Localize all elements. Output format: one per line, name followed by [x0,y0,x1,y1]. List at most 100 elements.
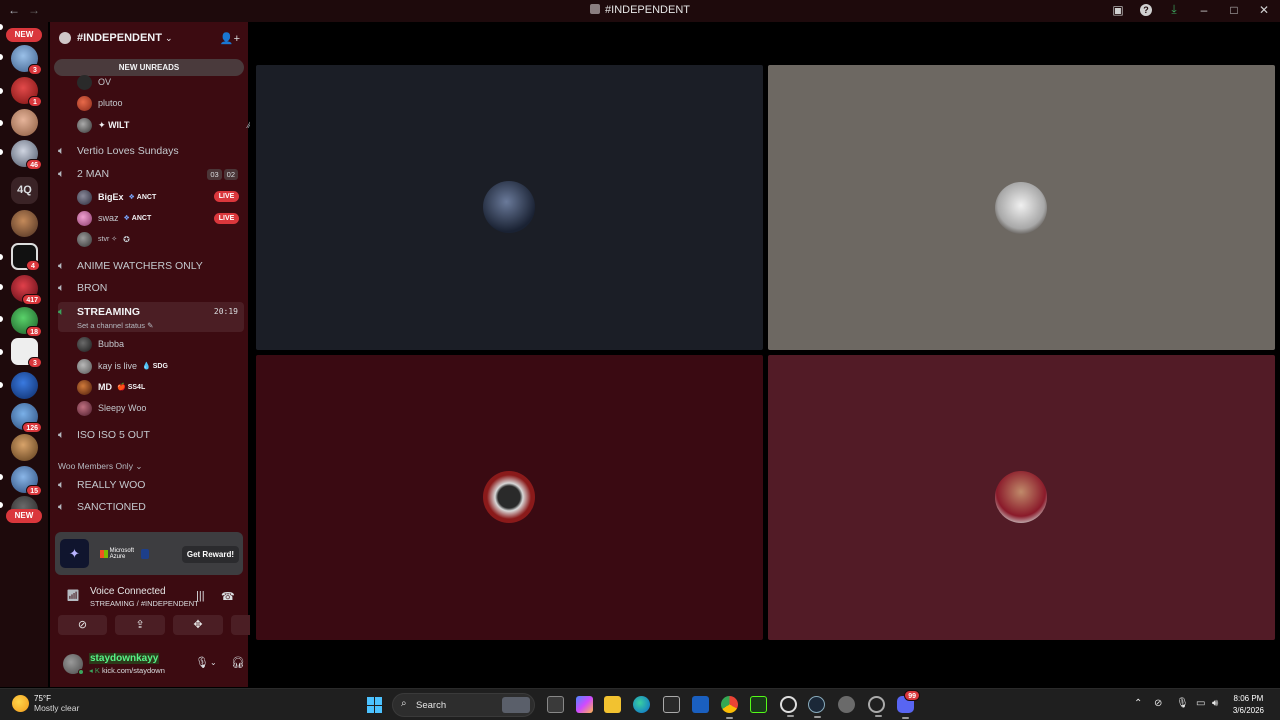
outlook-icon[interactable] [692,696,709,713]
server-icon[interactable] [11,210,38,237]
volume-icon[interactable]: 🔊︎ [1212,698,1218,709]
chevron-down-icon[interactable]: ⌄ [210,658,217,667]
new-pill-top[interactable]: NEW [6,28,42,42]
headphones-icon[interactable]: 🎧︎ [231,656,245,669]
settings-icon[interactable] [838,696,855,713]
camera-off-icon[interactable]: ⊘ [58,615,107,635]
member-name: OV [98,77,112,87]
system-clock[interactable]: 8:06 PM 3/6/2026 [1233,693,1264,717]
participant-tile[interactable] [768,355,1275,640]
voice-channel-path[interactable]: STREAMING / #INDEPENDENT [90,599,199,608]
category-woo-members[interactable]: Woo Members Only ⌄ [58,461,142,472]
channel-status[interactable]: Set a channel status ✎ [77,321,153,330]
kick-app-icon[interactable] [750,696,767,713]
server-icon[interactable]: 46 [11,140,42,170]
live-badge[interactable]: LIVE [214,213,239,224]
voice-channel-streaming[interactable]: 🔈︎ STREAMING 20:19 Set a channel status … [58,302,244,332]
guild-gear-icon [59,32,71,44]
microphone-icon[interactable]: 🎙︎ [195,656,209,669]
app-icon[interactable] [868,696,885,717]
back-arrow-icon[interactable]: ← [8,3,20,17]
voice-member[interactable]: stvr ✧ ✪ [77,230,130,248]
invite-people-icon[interactable]: 👤+ [220,32,240,45]
member-name: Bubba [98,339,125,349]
voice-member[interactable]: Bubba [77,335,124,353]
forward-arrow-icon[interactable]: → [28,3,40,17]
task-view-icon[interactable] [547,696,564,713]
server-icon[interactable]: 3 [11,338,42,368]
user-custom-status[interactable]: ◂ K kick.com/staydown [89,666,184,675]
voice-member[interactable]: OV [77,73,111,91]
network-off-icon[interactable]: ⊘ [1154,698,1162,709]
avatar [77,231,92,247]
help-icon[interactable]: ? [1140,3,1152,16]
noise-suppression-icon[interactable]: ||| [196,590,205,602]
chrome-icon[interactable] [721,696,738,719]
windows-start-icon[interactable] [367,697,383,713]
guild-tag: 🍎 SS4L [117,384,146,391]
mention-badge: 126 [22,422,42,433]
voice-channel-anime[interactable]: 🔈︎ ANIME WATCHERS ONLY [58,256,244,276]
voice-member[interactable]: MD 🍎 SS4L [77,378,145,396]
voice-channel-bron[interactable]: 🔈︎ BRON [58,278,244,298]
server-icon[interactable] [11,372,38,399]
member-name-text: WILT [108,119,130,130]
new-pill-bottom[interactable]: NEW [6,509,42,523]
voice-channel-sanctioned[interactable]: 🔈︎ SANCTIONED [58,497,244,517]
copilot-icon[interactable] [576,696,593,713]
server-icon[interactable]: 15 [11,466,42,496]
voice-channel-really-woo[interactable]: 🔈︎ REALLY WOO [58,475,244,495]
chevron-up-icon[interactable]: ⌃ [1134,698,1142,709]
participant-tile[interactable] [256,65,763,350]
voice-channel-iso[interactable]: 🔈︎ ISO ISO 5 OUT [58,425,244,445]
voice-channel-2-man[interactable]: 🔈︎ 2 MAN 03 02 [58,164,244,184]
server-icon[interactable]: 417 [11,275,42,305]
participant-tile[interactable] [256,355,763,640]
taskbar-search[interactable]: ⌕ Search [392,693,535,717]
server-icon[interactable]: 18 [11,307,42,337]
unread-pip [0,382,3,388]
avatar [77,74,92,90]
voice-member[interactable]: Sleepy Woo [77,399,146,417]
weather-widget[interactable]: 75°F Mostly clear [12,694,79,713]
unread-pip [0,88,3,94]
microsoft-logo-icon [100,550,108,558]
server-icon[interactable]: 1 [11,77,42,107]
voice-member[interactable]: ✦ WILT ⁄⁄ ⊘ [77,116,261,134]
guild-header[interactable]: #INDEPENDENT ⌄ [50,22,248,54]
server-icon[interactable]: 126 [11,403,42,433]
minimize-icon[interactable]: – [1196,3,1212,17]
screen-share-icon[interactable]: ⇪ [115,615,165,635]
server-icon-4q[interactable]: 4Q [11,177,38,204]
weather-condition: Mostly clear [34,703,80,713]
speaker-icon: 🔈︎ [58,478,65,491]
server-icon[interactable] [11,109,38,136]
maximize-icon[interactable]: □ [1226,3,1242,17]
server-icon[interactable]: 3 [11,45,42,75]
get-reward-button[interactable]: Get Reward! [181,546,239,563]
voice-status-title[interactable]: Voice Connected [90,586,166,597]
connection-signal-icon[interactable]: 📶︎ [66,589,80,602]
voice-channel-vertio[interactable]: 🔈︎ Vertio Loves Sundays [58,141,244,161]
discord-icon[interactable]: 99 [897,690,920,719]
download-icon[interactable]: ⤓ [1166,2,1182,17]
server-icon[interactable] [11,434,38,461]
edge-icon[interactable] [633,696,650,713]
screen-share-icon[interactable]: ▣ [1110,3,1126,17]
display-icon[interactable]: ▭ [1196,698,1205,709]
disconnect-icon[interactable]: ☎︎ [221,590,235,603]
live-badge[interactable]: LIVE [214,191,239,202]
voice-member[interactable]: plutoo [77,94,123,112]
participant-tile[interactable] [768,65,1275,350]
store-icon[interactable] [663,696,680,713]
activities-icon[interactable]: ✥ [173,615,223,635]
voice-member[interactable]: kay is live 💧 SDG [77,357,168,375]
file-explorer-icon[interactable] [604,696,621,713]
microphone-icon[interactable]: 🎙︎ [1176,698,1189,709]
obs-icon[interactable] [780,696,797,717]
close-icon[interactable]: ✕ [1256,3,1272,17]
server-icon[interactable]: 4 [11,243,40,271]
clock-date: 3/6/2026 [1232,706,1264,715]
steam-icon[interactable] [808,696,825,718]
username[interactable]: staydownkayy [89,653,160,664]
